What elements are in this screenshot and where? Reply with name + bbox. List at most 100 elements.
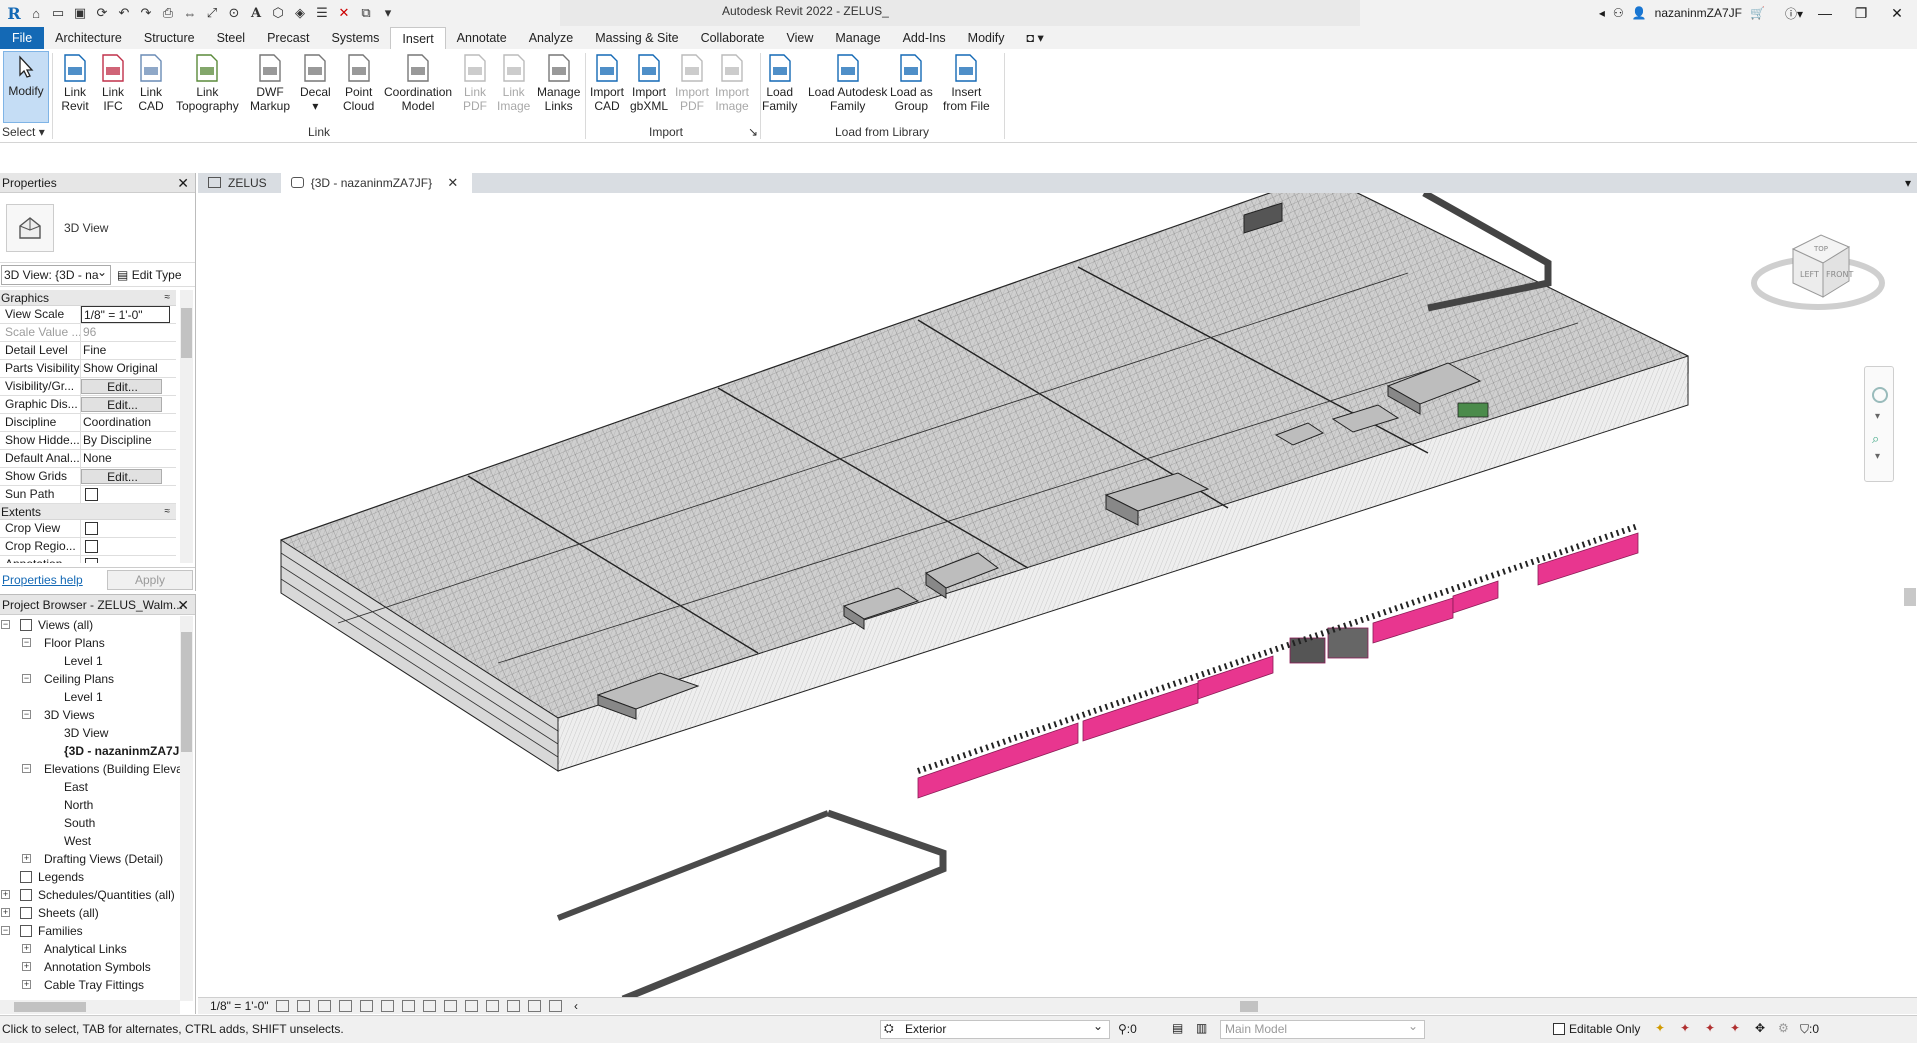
import-cad-button[interactable]: Import CAD	[590, 53, 624, 113]
collapse-icon[interactable]: −	[22, 710, 31, 719]
search-arrow-icon[interactable]: ◂	[1599, 6, 1605, 20]
editable-only-toggle[interactable]: Editable Only	[1553, 1022, 1640, 1036]
close-tab-icon[interactable]: ✕	[447, 175, 458, 190]
switch-windows-icon[interactable]: ⧉	[356, 3, 376, 23]
zoom-icon[interactable]: ⌕	[1872, 431, 1879, 447]
expand-icon[interactable]: +	[22, 980, 31, 989]
tree-node[interactable]: Level 1	[0, 652, 180, 670]
tab-file[interactable]: File	[0, 27, 45, 49]
customize-qat-icon[interactable]: ▾	[378, 3, 398, 23]
binoculars-icon[interactable]: ⚇	[1613, 6, 1624, 20]
tab-modify[interactable]: Modify	[957, 27, 1016, 49]
select-underlay-icon[interactable]: ✦	[1680, 1021, 1690, 1035]
import-image-button[interactable]: Import Image	[715, 53, 749, 113]
tree-node[interactable]: + Analytical Links	[0, 940, 180, 958]
user-icon[interactable]: 👤	[1632, 6, 1647, 20]
tree-node[interactable]: Legends	[0, 868, 180, 886]
tree-node[interactable]: West	[0, 832, 180, 850]
import-pdf-button[interactable]: Import PDF	[675, 53, 709, 113]
help-icon[interactable]: ⓘ▾	[1785, 5, 1803, 22]
tab-systems[interactable]: Systems	[320, 27, 390, 49]
tree-node[interactable]: South	[0, 814, 180, 832]
editable-only-checkbox[interactable]	[1553, 1022, 1565, 1035]
tree-node[interactable]: + Sheets (all)	[0, 904, 180, 922]
detail-level-icon[interactable]	[276, 1000, 289, 1012]
close-icon[interactable]: ✕	[1883, 5, 1911, 22]
show-crop-icon[interactable]	[402, 1000, 415, 1012]
crop-view-icon[interactable]	[381, 1000, 394, 1012]
modify-button[interactable]: Modify	[3, 51, 49, 123]
link-ifc-button[interactable]: Link IFC	[98, 53, 128, 113]
select-dropdown[interactable]: Select ▾	[2, 125, 50, 139]
open-icon[interactable]: ▭	[48, 3, 68, 23]
measure-icon[interactable]: ⇔	[180, 3, 200, 23]
view-tab-zelus[interactable]: ZELUS	[198, 173, 281, 193]
drag-elements-icon[interactable]: ✥	[1755, 1021, 1765, 1035]
import-gbxml-button[interactable]: Import gbXML	[630, 53, 668, 113]
category-graphics[interactable]: Graphics	[0, 290, 176, 306]
tree-node[interactable]: + Annotation Symbols	[0, 958, 180, 976]
scroll-thumb[interactable]	[14, 1002, 86, 1012]
temporary-view-properties-icon[interactable]	[507, 1000, 520, 1012]
drawing-canvas[interactable]: TOP LEFT FRONT	[198, 193, 1917, 997]
tree-node[interactable]: North	[0, 796, 180, 814]
edit-button[interactable]: Edit...	[81, 469, 162, 484]
category-extents[interactable]: Extents	[0, 504, 176, 520]
workset-selector[interactable]: Exterior	[880, 1018, 1110, 1039]
ribbon-options-icon[interactable]: ◘ ▾	[1016, 27, 1055, 49]
design-options-icon[interactable]: ▤	[1172, 1021, 1183, 1035]
restore-icon[interactable]: ❐	[1847, 5, 1875, 22]
save-icon[interactable]: ▣	[70, 3, 90, 23]
tab-manage[interactable]: Manage	[824, 27, 891, 49]
tab-annotate[interactable]: Annotate	[446, 27, 518, 49]
tree-node[interactable]: {3D - nazaninmZA7JF}	[0, 742, 180, 760]
tab-structure[interactable]: Structure	[133, 27, 206, 49]
tree-node[interactable]: − Views (all)	[0, 616, 180, 634]
worksharing-display-icon[interactable]	[486, 1000, 499, 1012]
home-icon[interactable]: ⌂	[26, 3, 46, 23]
property-value[interactable]: Fine	[81, 342, 176, 359]
default-3d-view-icon[interactable]: ⬡	[268, 3, 288, 23]
tree-node[interactable]: − 3D Views	[0, 706, 180, 724]
tree-node[interactable]: − Families	[0, 922, 180, 940]
redo-icon[interactable]: ↷	[136, 3, 156, 23]
minimize-icon[interactable]: —	[1811, 5, 1839, 21]
editing-requests-count[interactable]: ⚲:0	[1118, 1022, 1137, 1036]
canvas-vscrollbar[interactable]	[1903, 193, 1917, 997]
collapse-icon[interactable]: −	[22, 764, 31, 773]
print-icon[interactable]: ⎙	[158, 3, 178, 23]
property-checkbox[interactable]	[85, 540, 98, 553]
scroll-thumb[interactable]	[1904, 588, 1916, 606]
browser-hscrollbar[interactable]	[0, 1000, 180, 1014]
link-topography-button[interactable]: Link Topography	[176, 53, 239, 113]
tab-analyze[interactable]: Analyze	[518, 27, 584, 49]
tab-steel[interactable]: Steel	[206, 27, 257, 49]
expand-icon[interactable]: +	[22, 854, 31, 863]
link-revit-button[interactable]: Link Revit	[60, 53, 90, 113]
background-process-icon[interactable]: ⚙	[1778, 1021, 1789, 1035]
property-value[interactable]: By Discipline	[81, 432, 176, 449]
user-name[interactable]: nazaninmZA7JF	[1655, 6, 1742, 20]
collapse-icon[interactable]: −	[22, 674, 31, 683]
tree-node[interactable]: + Cable Tray Fittings	[0, 976, 180, 994]
dimension-icon[interactable]: ⤢	[202, 3, 222, 23]
expand-icon[interactable]: +	[22, 962, 31, 971]
scroll-thumb[interactable]	[181, 308, 192, 358]
highlight-displacement-icon[interactable]	[549, 1000, 562, 1012]
expand-icon[interactable]: +	[1, 908, 10, 917]
thin-lines-icon[interactable]: ☰	[312, 3, 332, 23]
tree-node[interactable]: Level 1	[0, 688, 180, 706]
undo-icon[interactable]: ↶	[114, 3, 134, 23]
instance-selector[interactable]: 3D View: {3D - na	[1, 264, 111, 285]
edit-type-button[interactable]: ▤ Edit Type	[117, 268, 182, 282]
browser-scrollbar[interactable]	[180, 616, 193, 1001]
render-icon[interactable]	[360, 1000, 373, 1012]
close-icon[interactable]: ✕	[177, 173, 189, 193]
load-autodesk-family-button[interactable]: Load Autodesk Family	[808, 53, 887, 113]
collapse-icon[interactable]: −	[22, 638, 31, 647]
tab-architecture[interactable]: Architecture	[44, 27, 133, 49]
cart-icon[interactable]: 🛒	[1750, 6, 1765, 20]
close-icon[interactable]: ✕	[177, 595, 189, 614]
tag-icon[interactable]: ⊙	[224, 3, 244, 23]
property-checkbox[interactable]	[85, 522, 98, 535]
